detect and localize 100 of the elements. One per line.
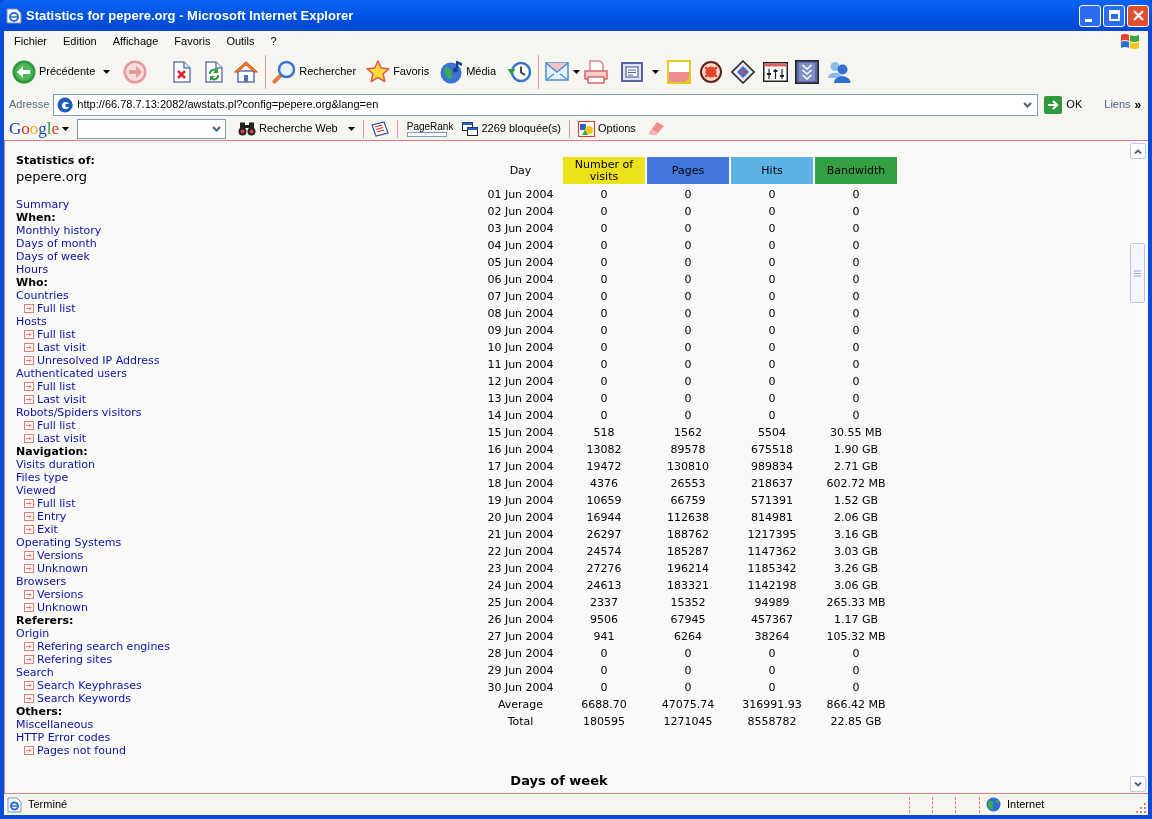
overflow-button[interactable]: » xyxy=(1134,98,1142,111)
menu-sublink[interactable]: Last visit xyxy=(37,341,87,354)
menu-sublink[interactable]: Unresolved IP Address xyxy=(37,354,160,367)
menu-item[interactable]: Favoris xyxy=(166,32,219,50)
options-button[interactable]: Options xyxy=(577,120,636,137)
caret-icon[interactable] xyxy=(573,69,581,74)
table-cell-text: 24613 xyxy=(585,578,623,594)
maximize-button[interactable] xyxy=(1103,4,1125,27)
newspaper-icon[interactable] xyxy=(370,120,389,137)
menu-link[interactable]: Origin xyxy=(16,627,50,640)
menu-item[interactable]: Fichier xyxy=(6,32,55,50)
table-cell-text: 47075.74 xyxy=(660,697,716,713)
menu-heading: When: xyxy=(16,211,56,224)
caret-icon[interactable] xyxy=(103,69,111,74)
menu-link[interactable]: Browsers xyxy=(16,575,67,588)
scroll-up-button[interactable] xyxy=(1129,143,1146,159)
menu-link[interactable]: Files type xyxy=(16,471,69,484)
minimize-button[interactable] xyxy=(1079,4,1101,27)
table-cell-text: 06 Jun 2004 xyxy=(486,272,555,288)
table-cell-text: 6264 xyxy=(673,629,703,645)
menu-link[interactable]: Miscellaneous xyxy=(16,718,94,731)
menu-sublink[interactable]: Full list xyxy=(37,380,76,393)
menu-link[interactable]: Hours xyxy=(16,263,49,276)
menu-item[interactable]: ? xyxy=(262,32,285,50)
search-button[interactable]: Rechercher xyxy=(268,53,361,90)
menu-link[interactable]: Summary xyxy=(16,198,70,211)
table-cell-text: 183321 xyxy=(666,578,710,594)
menu-link[interactable]: HTTP Error codes xyxy=(16,731,111,744)
menu-link[interactable]: Days of week xyxy=(16,250,90,263)
menu-sublink[interactable]: Exit xyxy=(37,523,58,536)
table-cell-text: 0 xyxy=(767,357,777,373)
chevron-down-icon xyxy=(1133,781,1142,787)
menu-sublink[interactable]: Full list xyxy=(37,302,76,315)
menu-sublink[interactable]: Versions xyxy=(37,588,84,601)
media-button[interactable]: Média xyxy=(436,53,501,90)
table-cell-text: 27 Jun 2004 xyxy=(486,629,555,645)
caret-icon[interactable] xyxy=(347,126,355,131)
search-field[interactable] xyxy=(77,118,227,139)
menu-link[interactable]: Hosts xyxy=(16,315,47,328)
table-cell-text: 1147362 xyxy=(746,544,798,560)
menu-heading: Referers: xyxy=(16,614,74,627)
menu-link[interactable]: Monthly history xyxy=(16,224,102,237)
menu-link[interactable]: Visits duration xyxy=(16,458,95,471)
menu-sublink[interactable]: Entry xyxy=(37,510,67,523)
resize-grip-icon[interactable] xyxy=(1135,801,1146,813)
menu-item[interactable]: Outils xyxy=(218,32,263,50)
menu-sublink[interactable]: Last visit xyxy=(37,432,87,445)
menu-sublink[interactable]: Refering search engines xyxy=(37,640,170,653)
menu-link[interactable]: Robots/Spiders visitors xyxy=(16,406,142,419)
menu-sublink[interactable]: Full list xyxy=(37,497,76,510)
table-cell-text: 16944 xyxy=(585,510,623,526)
table-cell-text: 0 xyxy=(683,680,693,696)
menu-item[interactable]: Affichage xyxy=(104,32,167,50)
table-cell-text: 0 xyxy=(767,272,777,288)
close-button[interactable] xyxy=(1127,4,1149,27)
popup-blocker-button[interactable]: 2269 bloquée(s) xyxy=(462,120,561,137)
menu-link[interactable]: Viewed xyxy=(16,484,56,497)
chevron-down-icon[interactable] xyxy=(212,125,222,132)
table-cell-text: 675518 xyxy=(750,442,794,458)
table-cell-text: 0 xyxy=(599,374,609,390)
favorites-button[interactable]: Favoris xyxy=(362,53,434,90)
menu-sublink[interactable]: Pages not found xyxy=(37,744,126,757)
people-icon xyxy=(827,60,852,83)
web-search-button[interactable]: Recherche Web xyxy=(238,120,338,137)
menu-sublink[interactable]: Search Keywords xyxy=(37,692,131,705)
menu-sublink[interactable]: Unknown xyxy=(37,601,89,614)
table-cell-text: 0 xyxy=(599,272,609,288)
menu-link[interactable]: Countries xyxy=(16,289,69,302)
back-button[interactable]: Précédente xyxy=(8,53,100,90)
menu-link[interactable]: Authenticated users xyxy=(16,367,127,380)
menu-sublink[interactable]: Versions xyxy=(37,549,84,562)
address-field[interactable]: http://66.78.7.13:2082/awstats.pl?config=pepere.org&lang=en xyxy=(53,93,1039,116)
scroll-down-button[interactable] xyxy=(1129,776,1146,792)
menu-sublink[interactable]: Search Keyphrases xyxy=(37,679,142,692)
menu-sublink[interactable]: Full list xyxy=(37,419,76,432)
menu-sublink[interactable]: Full list xyxy=(37,328,76,341)
menu-link[interactable]: Operating Systems xyxy=(16,536,122,549)
address-label: Adresse xyxy=(9,97,50,113)
table-cell-text: 0 xyxy=(767,340,777,356)
site-icon xyxy=(57,96,74,113)
menu-sublink[interactable]: Unknown xyxy=(37,562,89,575)
table-cell-text: 2337 xyxy=(589,595,619,611)
table-cell-text: 866.42 MB xyxy=(825,697,887,713)
menu-item[interactable]: Edition xyxy=(55,32,105,50)
caret-icon[interactable] xyxy=(652,69,660,74)
table-cell-text: 01 Jun 2004 xyxy=(486,187,555,203)
links-button[interactable]: Liens xyxy=(1104,96,1131,113)
page-arrow-icon xyxy=(24,551,34,560)
caret-icon[interactable] xyxy=(62,126,70,131)
menu-link[interactable]: Days of month xyxy=(16,237,97,250)
chevron-down-icon[interactable] xyxy=(1023,101,1033,108)
scrollbar-thumb[interactable] xyxy=(1130,243,1145,303)
table-cell-text: 67945 xyxy=(669,612,707,628)
google-logo[interactable]: Google xyxy=(9,118,60,139)
go-button[interactable]: OK xyxy=(1044,95,1083,114)
page-icon xyxy=(7,796,22,813)
menu-link[interactable]: Search xyxy=(16,666,54,679)
menu-sublink[interactable]: Refering sites xyxy=(37,653,113,666)
menu-sublink[interactable]: Last visit xyxy=(37,393,87,406)
stop-icon xyxy=(173,60,192,83)
